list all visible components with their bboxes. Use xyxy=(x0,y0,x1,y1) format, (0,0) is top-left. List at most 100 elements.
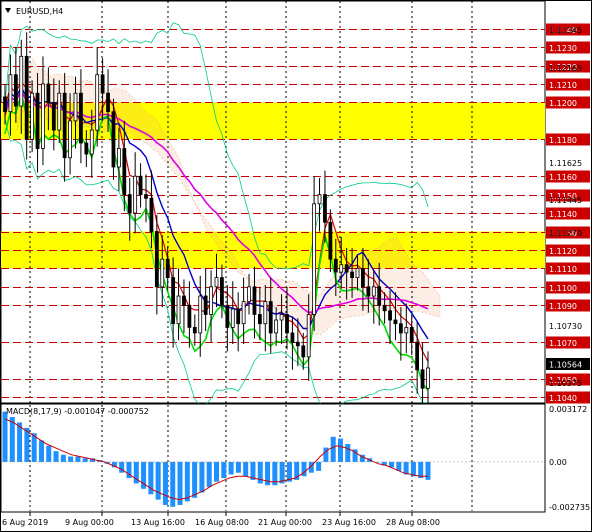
symbol-label: EURUSD,H4 xyxy=(16,7,63,16)
candle-body-70 xyxy=(382,304,387,312)
level-badge-label-14: 1.1070 xyxy=(549,339,577,348)
candle-body-68 xyxy=(371,286,376,297)
price-tick-4: 1.11270 xyxy=(549,229,582,238)
level-badge-label-8: 1.1140 xyxy=(549,210,577,219)
macd-bar-32 xyxy=(235,461,241,473)
candle-body-44 xyxy=(241,301,246,325)
candle-body-73 xyxy=(398,323,403,334)
candle-body-33 xyxy=(182,295,186,306)
candle-body-59 xyxy=(323,194,327,223)
level-badge-label-10: 1.1120 xyxy=(549,247,577,256)
candle-body-31 xyxy=(171,277,176,325)
candle-body-42 xyxy=(230,308,235,328)
candle-body-60 xyxy=(328,221,333,260)
macd-tick-1: 0.00 xyxy=(549,458,567,467)
level-badge-label-5: 1.1180 xyxy=(549,136,577,145)
macd-bar-22 xyxy=(162,461,168,505)
candle-body-63 xyxy=(344,264,349,273)
macd-bar-45 xyxy=(330,436,336,462)
candle-body-51 xyxy=(279,314,284,321)
candle-body-19 xyxy=(106,92,110,113)
candle-body-1 xyxy=(8,74,13,113)
candle-body-7 xyxy=(41,83,45,149)
candle-body-2 xyxy=(13,74,18,107)
candle-body-35 xyxy=(192,326,197,334)
eurusd-chart[interactable]: EURUSD,H4 1.12401.12301.12201.12101.1200… xyxy=(0,0,592,532)
macd-tick-0: 0.003172 xyxy=(549,405,587,414)
candle-body-56 xyxy=(306,314,311,358)
time-tick-6: 28 Aug 08:00 xyxy=(386,518,440,527)
price-tick-0: 1.12345 xyxy=(549,26,582,35)
candle-body-66 xyxy=(361,267,365,288)
candle-body-32 xyxy=(176,295,181,325)
time-tick-0: 6 Aug 2019 xyxy=(2,518,48,527)
macd-bar-25 xyxy=(184,461,190,502)
price-panel: EURUSD,H4 xyxy=(0,0,546,416)
price-tick-2: 1.11625 xyxy=(549,159,582,168)
level-badge-label-1: 1.1230 xyxy=(549,44,577,53)
candle-body-12 xyxy=(68,120,72,159)
candle-body-54 xyxy=(295,341,300,347)
candle-body-40 xyxy=(220,277,224,306)
level-badge-label-3: 1.1210 xyxy=(549,81,577,90)
candle-body-75 xyxy=(409,326,414,343)
candle-body-23 xyxy=(127,194,132,214)
candle-body-24 xyxy=(133,175,138,214)
candle-body-6 xyxy=(35,92,40,149)
candle-body-53 xyxy=(290,332,295,343)
macd-bar-2 xyxy=(17,422,23,462)
level-badge-label-11: 1.1110 xyxy=(549,265,577,274)
candle-body-27 xyxy=(149,197,154,232)
level-badge-label-16: 1.1040 xyxy=(549,394,577,403)
candle-body-52 xyxy=(285,314,289,334)
candle-body-78 xyxy=(426,367,430,389)
candle-body-16 xyxy=(89,129,94,155)
candle-body-13 xyxy=(73,92,78,122)
macd-bar-47 xyxy=(345,443,351,462)
current-price-label: 1.10564 xyxy=(549,361,582,370)
macd-bar-27 xyxy=(199,461,205,493)
candle-body-36 xyxy=(198,295,203,334)
candle-body-0 xyxy=(3,96,7,113)
level-badge-label-6: 1.1160 xyxy=(549,173,577,182)
candle-body-18 xyxy=(100,74,105,94)
time-tick-4: 21 Aug 00:00 xyxy=(258,518,312,527)
macd-bar-26 xyxy=(192,461,198,498)
macd-bar-33 xyxy=(243,461,249,477)
candle-body-45 xyxy=(247,286,251,302)
candle-body-48 xyxy=(263,301,268,325)
macd-bar-8 xyxy=(60,454,66,462)
candle-body-43 xyxy=(236,308,241,325)
candle-body-67 xyxy=(366,286,371,297)
macd-label: MACD(8,17,9) -0.001047 -0.000752 xyxy=(6,407,149,416)
macd-tick-2: -0.002735 xyxy=(549,503,590,512)
candle-body-22 xyxy=(122,148,127,196)
time-tick-2: 13 Aug 16:00 xyxy=(131,518,185,527)
candle-body-11 xyxy=(62,92,67,159)
macd-bar-30 xyxy=(221,461,227,479)
macd-bar-1 xyxy=(9,417,15,462)
candle-body-20 xyxy=(111,111,116,168)
macd-bar-10 xyxy=(75,456,81,462)
macd-bar-43 xyxy=(316,461,322,471)
candle-body-77 xyxy=(420,369,425,389)
macd-bar-11 xyxy=(82,458,88,462)
macd-bar-28 xyxy=(206,461,212,488)
candle-body-21 xyxy=(116,148,121,168)
candle-body-65 xyxy=(355,267,360,279)
candle-body-9 xyxy=(51,102,56,131)
candle-body-14 xyxy=(79,92,83,144)
candle-body-5 xyxy=(30,92,35,140)
time-tick-1: 9 Aug 00:00 xyxy=(65,518,114,527)
macd-panel: MACD(8,17,9) -0.001047 -0.000752 xyxy=(0,403,546,513)
macd-bar-23 xyxy=(170,461,176,507)
candle-body-26 xyxy=(144,194,148,199)
candle-body-62 xyxy=(339,264,344,273)
candle-body-41 xyxy=(225,304,230,328)
price-tick-5: 1.10730 xyxy=(549,322,582,331)
candle-body-10 xyxy=(57,92,62,131)
candle-body-69 xyxy=(377,286,382,306)
price-axis: 1.12401.12301.12201.12101.12001.11801.11… xyxy=(546,23,590,404)
macd-bar-46 xyxy=(337,438,343,462)
candle-body-72 xyxy=(393,319,398,325)
